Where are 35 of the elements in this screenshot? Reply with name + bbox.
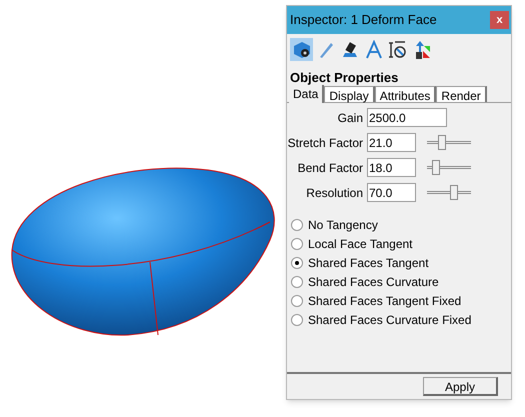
radio-button[interactable] [291,314,303,326]
slider-thumb[interactable] [432,160,440,175]
radio-button[interactable] [291,294,303,306]
radio-option[interactable]: Shared Faces Tangent [291,253,507,272]
tab[interactable]: Display [324,86,375,102]
tab[interactable]: Attributes [374,86,436,102]
close-button[interactable]: x [490,11,509,29]
field-label: Stretch Factor [287,134,364,152]
radio-button[interactable] [291,256,303,268]
tab[interactable]: Render [436,86,487,102]
radio-option[interactable]: Shared Faces Tangent Fixed [291,291,507,310]
field-label: Resolution [305,184,364,202]
field-label: Gain [336,110,364,126]
value-field[interactable]: 18.0 [367,158,416,177]
slider-thumb[interactable] [450,185,458,200]
radio-option[interactable]: Shared Faces Curvature Fixed [291,310,507,329]
radio-option[interactable]: Shared Faces Curvature [291,272,507,291]
tab[interactable]: Data [289,85,324,103]
slider[interactable] [427,158,471,177]
window-title: Inspector: 1 Deform Face [290,11,437,30]
radio-button[interactable] [291,276,303,288]
section-title: Object Properties [289,71,400,85]
value-field[interactable]: 21.0 [367,133,416,152]
value-field[interactable]: 70.0 [367,183,416,202]
cube-gear-icon[interactable] [290,38,313,61]
apply-button[interactable]: Apply [423,377,498,396]
slider[interactable] [427,133,471,152]
radio-option[interactable]: No Tangency [291,215,507,234]
value-field[interactable]: 2500.0 [367,108,447,127]
slider[interactable] [427,183,471,202]
field-label: Bend Factor [296,160,364,176]
slider-thumb[interactable] [438,135,446,150]
radio-option[interactable]: Local Face Tangent [291,234,507,253]
radio-button[interactable] [291,218,303,230]
radio-button[interactable] [291,238,303,250]
